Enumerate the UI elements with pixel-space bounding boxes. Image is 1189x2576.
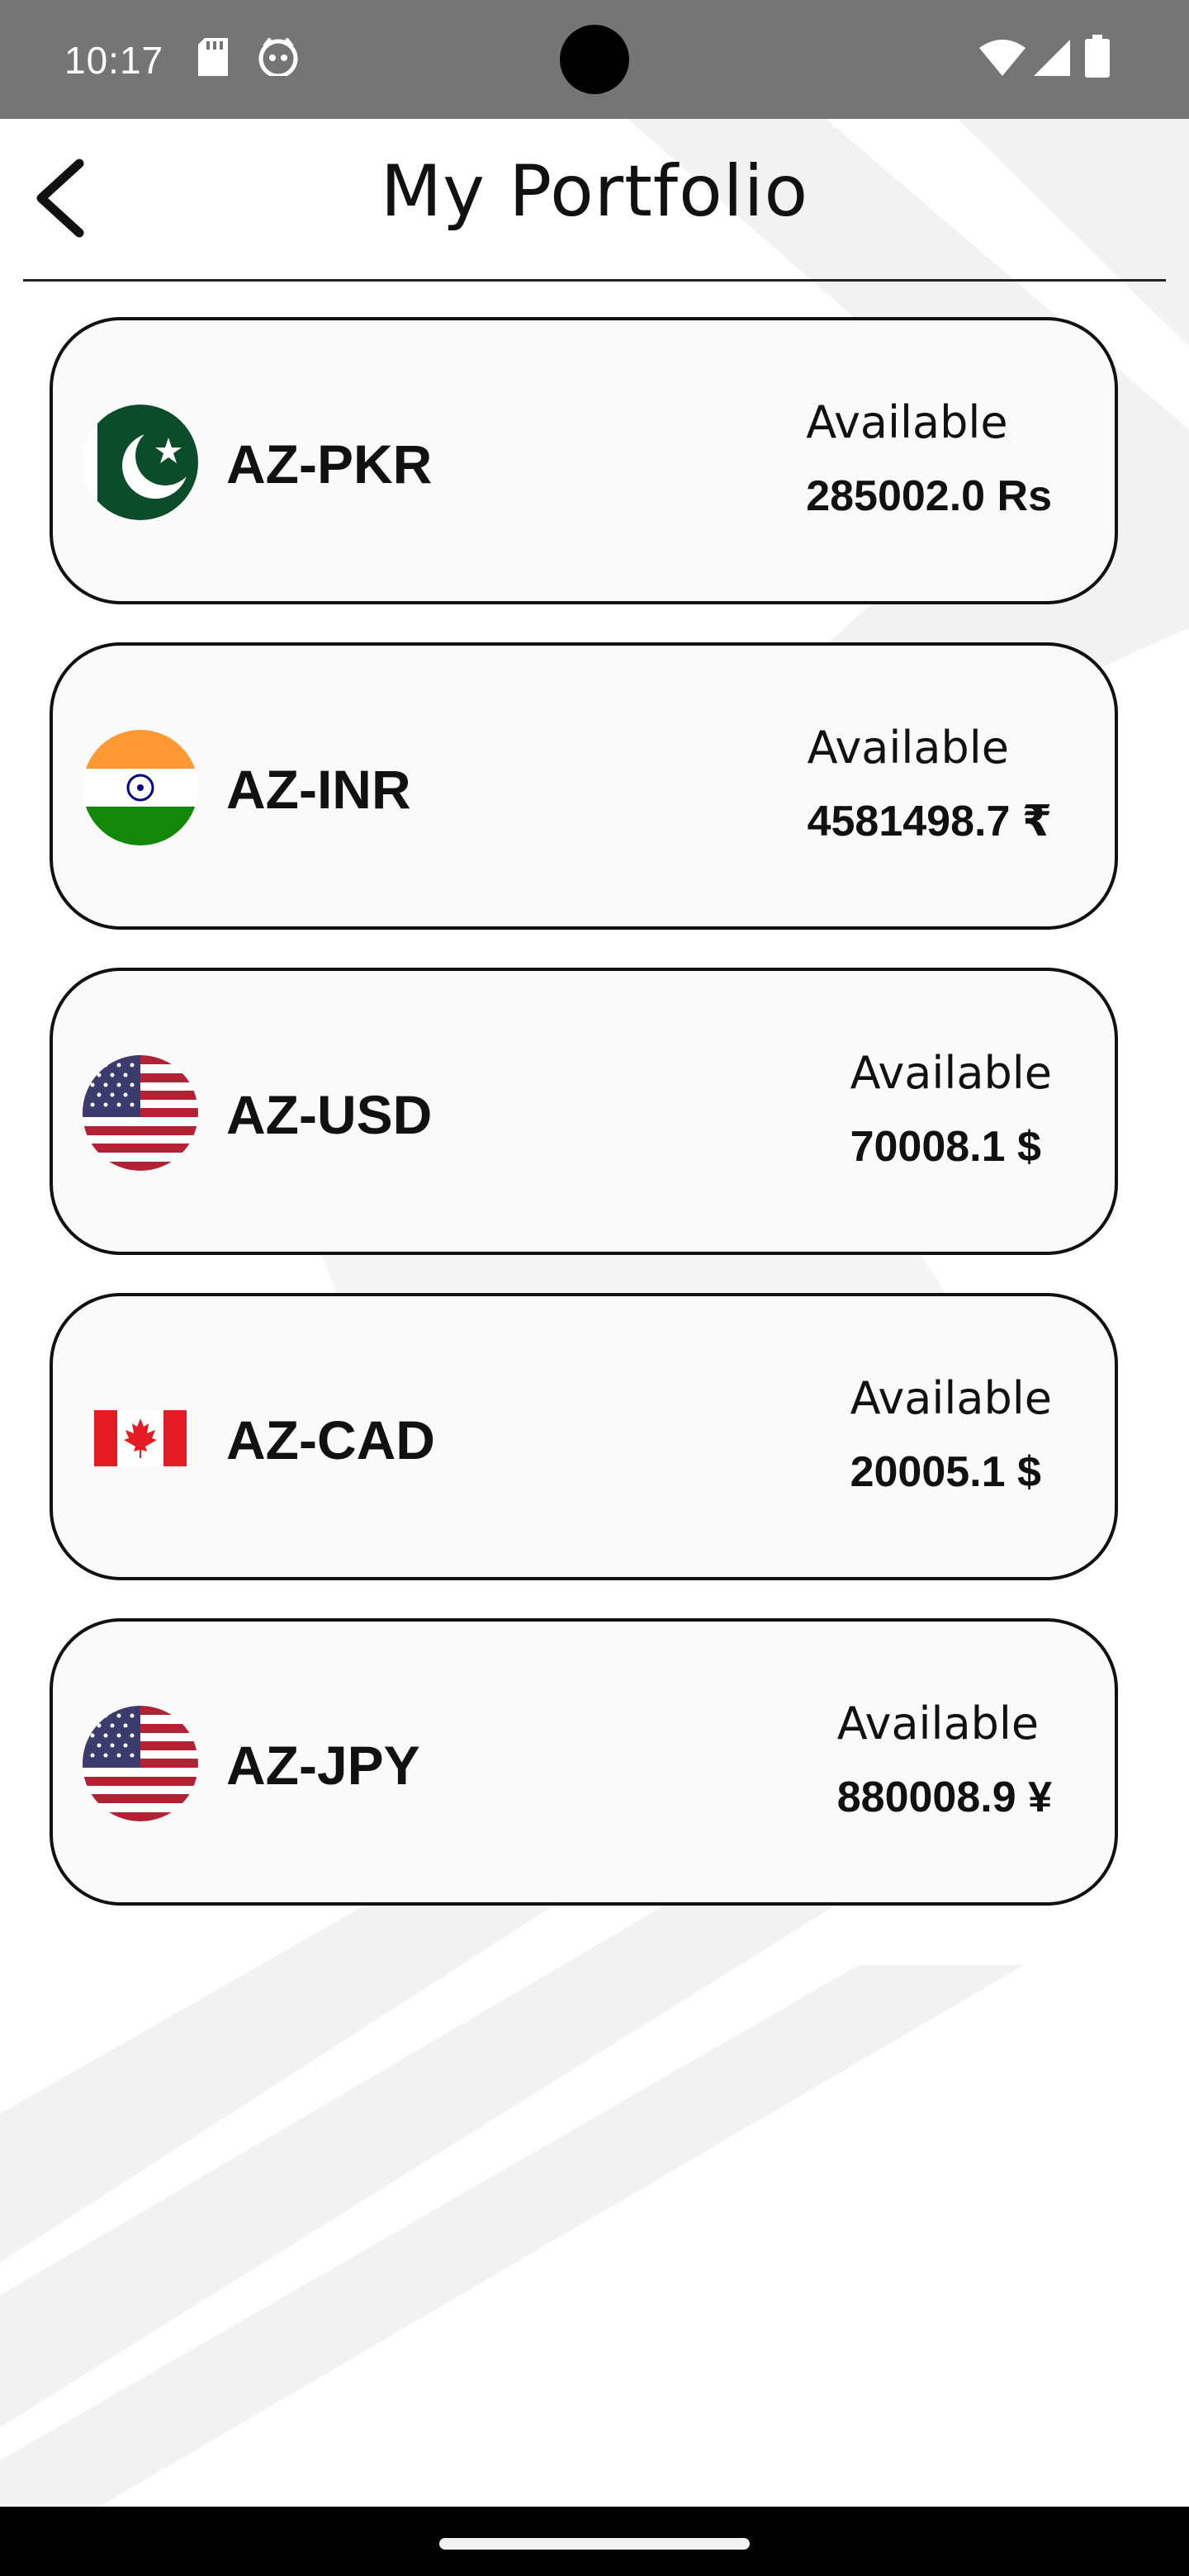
balance-value: 20005.1 $ [850,1448,1041,1496]
balance-label: Available [850,1047,1052,1099]
wallet-card-pkr[interactable]: AZ-PKR Available 285002.0 Rs [50,317,1118,604]
balance-block: Available 70008.1 $ [850,1047,1052,1172]
wallet-card-inr[interactable]: AZ-INR Available 4581498.7 ₹ [50,642,1118,930]
wallet-name: AZ-USD [226,1084,433,1145]
header-divider [23,279,1166,282]
balance-value: 70008.1 $ [850,1123,1041,1171]
canada-flag-icon [83,1380,198,1496]
camera-cutout [560,25,629,94]
balance-label: Available [807,722,1009,774]
usa-flag-icon [83,1706,198,1821]
wallet-name: AZ-CAD [226,1409,435,1470]
app-header: My Portfolio [0,119,1189,282]
balance-block: Available 285002.0 Rs [806,396,1052,521]
wallet-card-usd[interactable]: AZ-USD Available 70008.1 $ [50,968,1118,1255]
wallet-card-jpy[interactable]: AZ-JPY Available 880008.9 ¥ [50,1618,1118,1906]
battery-icon [1085,35,1110,82]
signal-icon [1034,40,1070,80]
wifi-icon [979,40,1026,80]
home-gesture-handle[interactable] [439,2538,750,2550]
balance-label: Available [806,396,1008,448]
balance-block: Available 4581498.7 ₹ [808,722,1052,846]
balance-label: Available [836,1698,1040,1750]
balance-label: Available [850,1372,1052,1424]
status-bar: 10:17 [0,0,1189,119]
cat-face-icon [258,36,299,80]
system-nav-bar [0,2507,1189,2576]
balance-block: Available 20005.1 $ [850,1372,1052,1497]
wallet-name: AZ-PKR [226,433,433,495]
sd-card-icon [198,38,228,80]
balance-value: 4581498.7 ₹ [807,798,1052,845]
balance-value: 285002.0 Rs [806,472,1052,520]
usa-flag-icon [83,1055,198,1171]
wallet-name: AZ-INR [226,759,411,820]
status-time: 10:17 [64,39,164,82]
balance-block: Available 880008.9 ¥ [837,1698,1052,1822]
pakistan-flag-icon [83,405,198,520]
wallet-name: AZ-JPY [226,1735,420,1796]
wallet-card-cad[interactable]: AZ-CAD Available 20005.1 $ [50,1293,1118,1580]
india-flag-icon [83,730,198,845]
page-title: My Portfolio [380,150,809,233]
balance-value: 880008.9 ¥ [836,1773,1052,1821]
